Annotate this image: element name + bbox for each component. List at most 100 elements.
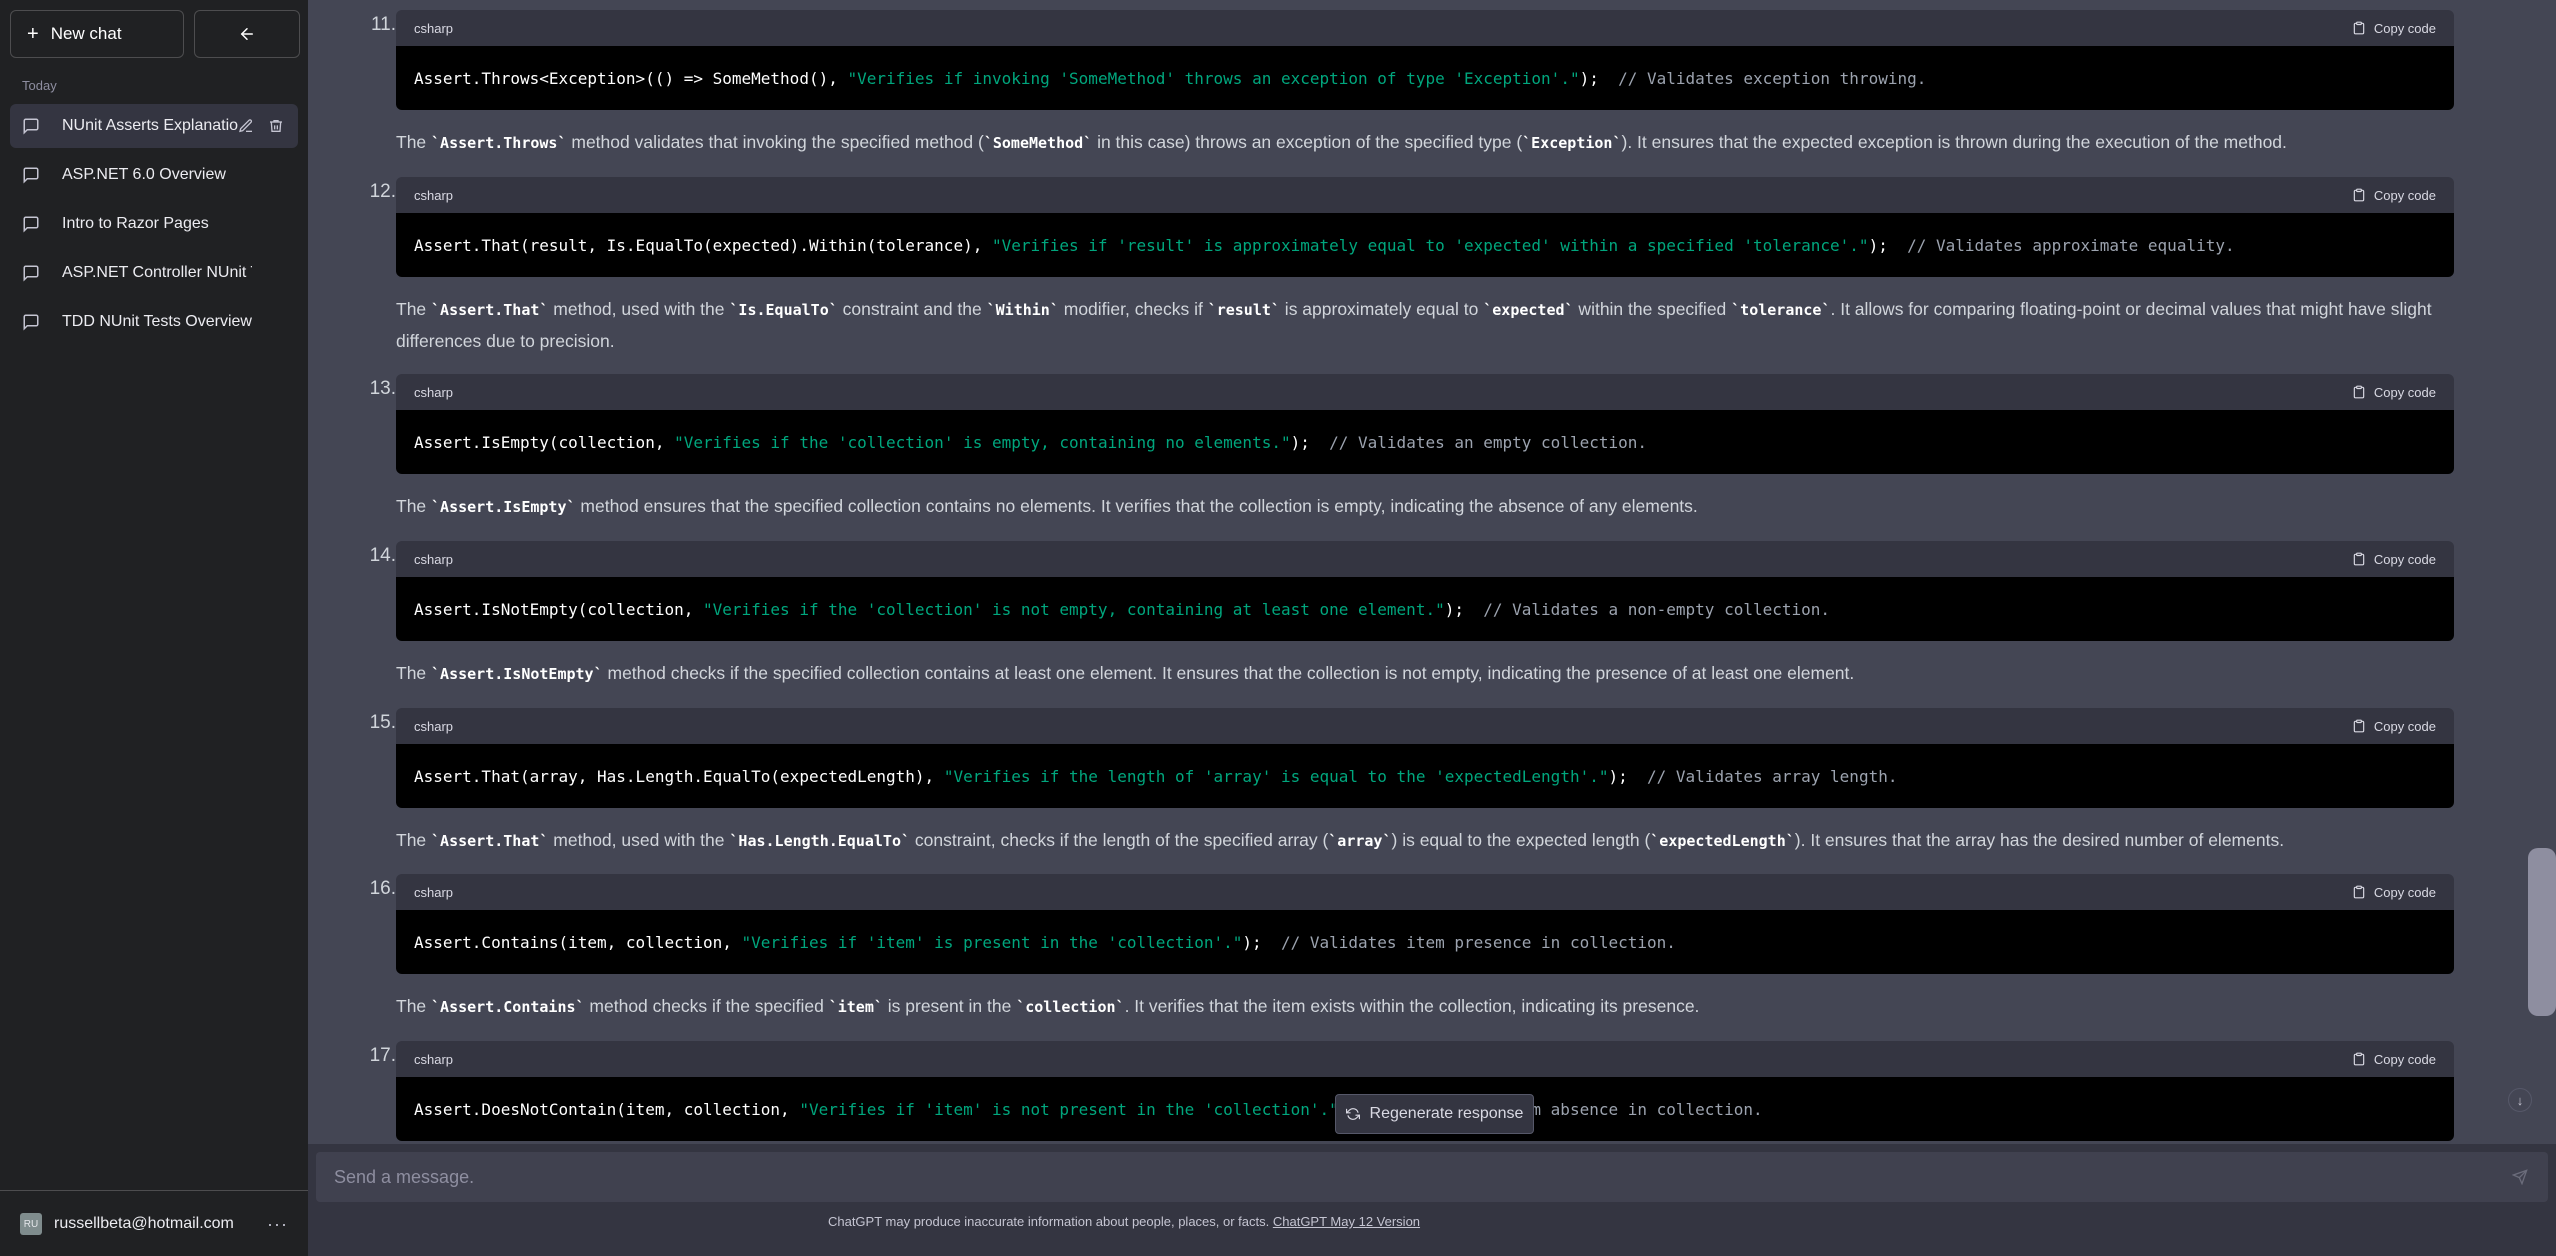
code-token: );: [1608, 766, 1648, 786]
inline-code: `Assert.Throws`: [431, 134, 567, 152]
code-token: // Validates exception throwing.: [1618, 68, 1927, 88]
chat-item-controller-test[interactable]: ASP.NET Controller NUnit Test: [10, 251, 298, 295]
edit-icon[interactable]: [238, 118, 254, 134]
code-token: Assert.IsEmpty(collection,: [414, 432, 675, 452]
code-token: );: [1444, 599, 1484, 619]
list-number: 12.: [369, 181, 396, 202]
description-text: within the specified: [1573, 299, 1732, 319]
description-text: The: [396, 830, 432, 850]
chat-item-nunit-asserts[interactable]: NUnit Asserts Explanatio: [10, 104, 298, 148]
code-header: csharp Copy code: [396, 541, 2454, 577]
code-block: csharp Copy code Assert.Throws<Exception>(…: [396, 10, 2454, 110]
list-number: 16.: [369, 878, 396, 899]
scrollbar[interactable]: [2528, 848, 2556, 1016]
inline-code: `Assert.IsEmpty`: [431, 498, 576, 516]
copy-code-button[interactable]: Copy code: [2352, 885, 2436, 900]
chat-item-actions: [238, 118, 284, 134]
chat-item-razor-pages[interactable]: Intro to Razor Pages: [10, 202, 298, 246]
inline-code: `Within`: [986, 301, 1059, 319]
version-link[interactable]: ChatGPT May 12 Version: [1273, 1214, 1420, 1229]
send-icon[interactable]: [2512, 1169, 2528, 1185]
code-language: csharp: [414, 187, 454, 203]
description: The `Assert.IsEmpty` method ensures that…: [396, 491, 2454, 523]
code-block: csharp Copy code Assert.Contains(item, col…: [396, 874, 2454, 974]
clipboard-icon: [2352, 188, 2366, 202]
code-token: "Verifies if the 'collection' is empty, …: [674, 432, 1291, 452]
copy-code-button[interactable]: Copy code: [2352, 552, 2436, 567]
inline-code: `Assert.Contains`: [431, 998, 585, 1016]
inline-code: `Exception`: [1522, 134, 1622, 152]
composer-area: Send a message.: [308, 1144, 2556, 1256]
code-token: // Validates an empty collection.: [1329, 432, 1648, 452]
sidebar-top-buttons: + New chat: [10, 10, 300, 58]
chat-item-label: ASP.NET 6.0 Overview: [62, 166, 226, 183]
inline-code: `tolerance`: [1731, 301, 1831, 319]
code-header: csharp Copy code: [396, 708, 2454, 744]
code-language: csharp: [414, 718, 454, 734]
code-token: "Verifies if 'item' is not present in th…: [799, 1099, 1339, 1119]
copy-code-button[interactable]: Copy code: [2352, 385, 2436, 400]
copy-code-label: Copy code: [2373, 551, 2436, 567]
trash-icon[interactable]: [268, 118, 284, 134]
inline-code: `expected`: [1483, 301, 1574, 319]
code-header: csharp Copy code: [396, 10, 2454, 46]
code-token: // Validates a non-empty collection.: [1483, 599, 1831, 619]
inline-code: `SomeMethod`: [983, 134, 1093, 152]
copy-code-label: Copy code: [2373, 1051, 2436, 1067]
copy-code-button[interactable]: Copy code: [2352, 21, 2436, 36]
description-text: ) is equal to the expected length (: [1391, 830, 1651, 850]
chat-item-aspnet-overview[interactable]: ASP.NET 6.0 Overview: [10, 153, 298, 197]
description-text: method checks if the specified: [584, 996, 829, 1016]
close-sidebar-button[interactable]: [194, 10, 300, 58]
sidebar-divider: [0, 1190, 308, 1191]
inline-code: `Assert.IsNotEmpty`: [431, 665, 603, 683]
message-composer[interactable]: Send a message.: [316, 1152, 2548, 1202]
clipboard-icon: [2352, 21, 2366, 35]
plus-icon: +: [27, 23, 39, 45]
description-text: method validates that invoking the speci…: [566, 132, 984, 152]
copy-code-button[interactable]: Copy code: [2352, 1052, 2436, 1067]
description-text: The: [396, 996, 432, 1016]
code-language: csharp: [414, 884, 454, 900]
copy-code-button[interactable]: Copy code: [2352, 719, 2436, 734]
code-block: csharp Copy code Assert.That(result, Is.Eq…: [396, 177, 2454, 277]
list-number: 17.: [369, 1045, 396, 1066]
code-token: "Verifies if 'result' is approximately e…: [991, 235, 1869, 255]
description: The `Assert.Contains` method checks if t…: [396, 991, 2454, 1023]
code-token: Assert.DoesNotContain(item, collection,: [414, 1099, 800, 1119]
description-text: constraint and the: [837, 299, 987, 319]
code-header: csharp Copy code: [396, 177, 2454, 213]
sidebar: + New chat Today NUnit Asserts Explanati…: [0, 0, 308, 1256]
scroll-to-bottom-button[interactable]: ↓: [2508, 1088, 2532, 1112]
code-token: Assert.Throws<Exception>(() => SomeMetho…: [414, 68, 848, 88]
code-token: "Verifies if invoking 'SomeMethod' throw…: [847, 68, 1580, 88]
code-language: csharp: [414, 20, 454, 36]
copy-code-button[interactable]: Copy code: [2352, 188, 2436, 203]
new-chat-button[interactable]: + New chat: [10, 10, 184, 58]
inline-code: `expectedLength`: [1650, 832, 1795, 850]
chat-item-tdd-nunit[interactable]: TDD NUnit Tests Overview: [10, 300, 298, 344]
description-text: ). It ensures that the expected exceptio…: [1621, 132, 2287, 152]
description-text: ). It ensures that the array has the des…: [1794, 830, 2285, 850]
description-text: constraint, checks if the length of the …: [910, 830, 1329, 850]
clipboard-icon: [2352, 1052, 2366, 1066]
disclaimer: ChatGPT may produce inaccurate informati…: [0, 1214, 2248, 1229]
copy-code-label: Copy code: [2373, 187, 2436, 203]
inline-code: `Assert.That`: [431, 832, 549, 850]
description-text: is present in the: [882, 996, 1017, 1016]
section-label-today: Today: [22, 78, 57, 93]
inline-code: `Is.EqualTo`: [729, 301, 838, 319]
description-text: The: [396, 299, 432, 319]
regenerate-response-button[interactable]: Regenerate response: [1335, 1094, 1534, 1134]
description-text: The: [396, 132, 432, 152]
code-token: );: [1242, 932, 1281, 952]
message-input[interactable]: Send a message.: [316, 1167, 2512, 1188]
clipboard-icon: [2352, 385, 2366, 399]
code-content: Assert.IsEmpty(collection, "Verifies if …: [396, 410, 2454, 474]
arrow-down-icon: ↓: [2516, 1092, 2524, 1108]
code-language: csharp: [414, 551, 454, 567]
message-icon: [22, 117, 40, 135]
message-icon: [22, 264, 40, 282]
description-text: is approximately equal to: [1279, 299, 1484, 319]
description-text: method, used with the: [548, 299, 730, 319]
